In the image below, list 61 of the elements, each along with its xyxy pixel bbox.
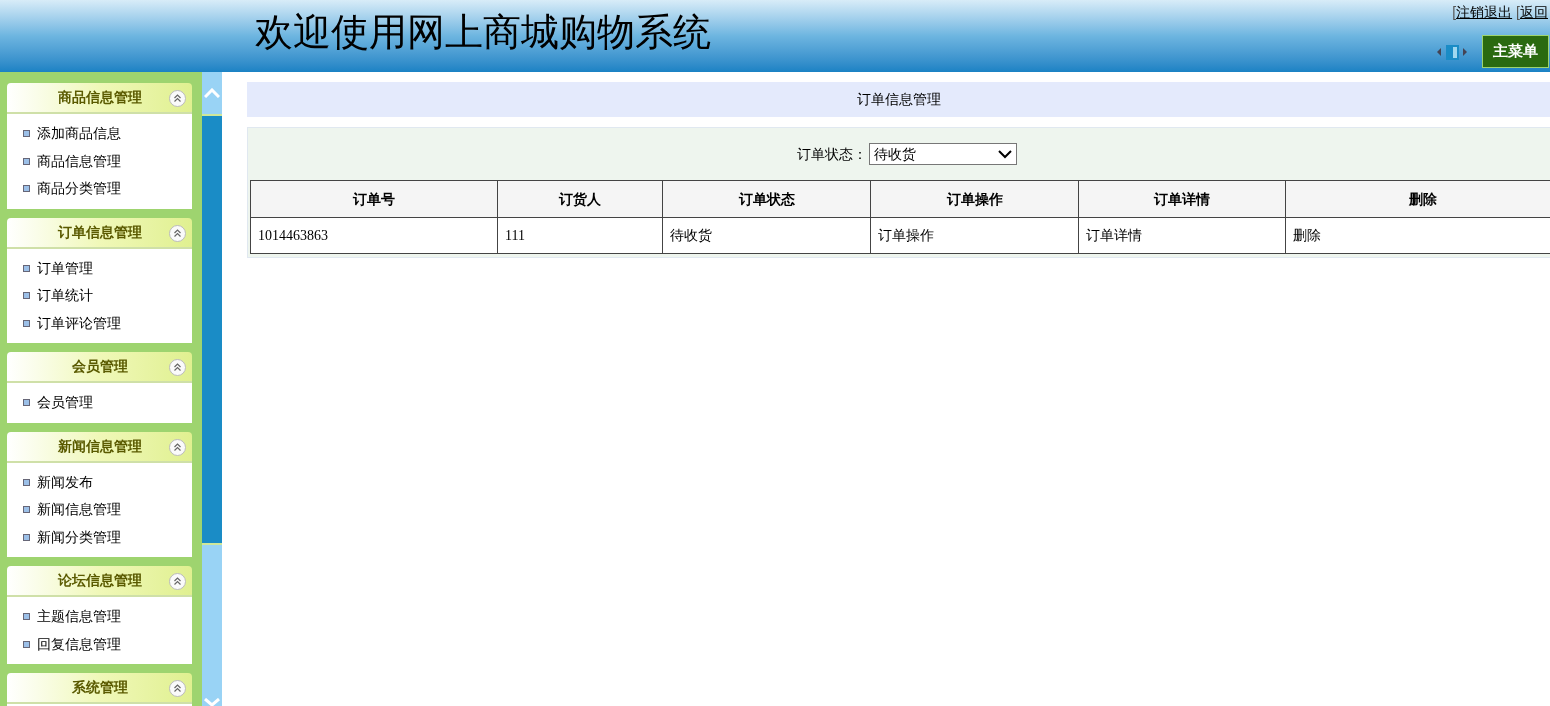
menu-group-header[interactable]: 新闻信息管理 <box>7 431 192 463</box>
bullet-icon <box>23 613 30 621</box>
table-cell: 111 <box>497 217 663 254</box>
site-title: 欢迎使用网上商城购物系统 <box>255 9 711 56</box>
bracket-text: [ <box>1516 3 1520 21</box>
sidebar-link[interactable]: 会员管理 <box>37 392 93 414</box>
column-header: 删除 <box>1285 180 1550 218</box>
action-link[interactable]: 删除 <box>1285 217 1550 254</box>
menu-group-header[interactable]: 会员管理 <box>7 352 192 383</box>
sidebar-link[interactable]: 商品分类管理 <box>37 178 121 200</box>
chevron-icon <box>998 149 1012 159</box>
header-link[interactable]: 返回 <box>1520 3 1548 21</box>
column-header: 订单状态 <box>662 180 871 218</box>
menu-group-header[interactable]: 论坛信息管理 <box>7 566 192 597</box>
table-cell: 待收货 <box>662 217 871 254</box>
header-link[interactable]: 注销退出 <box>1456 3 1513 21</box>
sidebar-link[interactable]: 订单管理 <box>37 257 93 279</box>
collapse-icon[interactable] <box>169 359 186 376</box>
column-header: 订单号 <box>250 180 498 218</box>
pager-arrows-icon[interactable] <box>1436 44 1468 60</box>
sidebar-link[interactable]: 新闻发布 <box>37 471 93 493</box>
bracket-text: [ <box>1452 3 1457 21</box>
sidebar-link[interactable]: 主题信息管理 <box>37 606 121 628</box>
bullet-icon <box>23 130 30 138</box>
menu-group-header[interactable]: 订单信息管理 <box>7 217 192 249</box>
page-title: 订单信息管理 <box>856 90 941 109</box>
column-header: 订单操作 <box>870 180 1079 218</box>
sidebar-link[interactable]: 新闻信息管理 <box>37 499 121 521</box>
bullet-icon <box>23 399 30 407</box>
collapse-icon[interactable] <box>169 90 186 107</box>
sidebar-link[interactable]: 订单评论管理 <box>37 312 121 334</box>
bullet-icon <box>23 292 30 300</box>
bullet-icon <box>23 640 30 648</box>
action-link[interactable]: 订单详情 <box>1078 217 1286 254</box>
column-header: 订单详情 <box>1078 180 1286 218</box>
menu-group-header[interactable]: 商品信息管理 <box>7 83 192 114</box>
scroll-thumb[interactable] <box>202 114 222 545</box>
sidebar-link[interactable]: 回复信息管理 <box>37 633 121 655</box>
collapse-icon[interactable] <box>169 573 186 590</box>
sidebar-scrollbar[interactable] <box>202 72 222 706</box>
column-header: 订货人 <box>497 180 663 218</box>
sidebar-link[interactable]: 添加商品信息 <box>37 123 121 145</box>
collapse-icon[interactable] <box>169 438 186 456</box>
bullet-icon <box>23 533 30 541</box>
sidebar-link[interactable]: 新闻分类管理 <box>37 526 121 548</box>
bullet-icon <box>23 264 30 272</box>
bullet-icon <box>23 506 30 514</box>
table-cell: 1014463863 <box>250 217 498 254</box>
status-dropdown[interactable]: 待收货 <box>869 143 1017 165</box>
sidebar-link[interactable]: 商品信息管理 <box>37 150 121 172</box>
sidebar-link[interactable]: 订单统计 <box>37 285 93 307</box>
bullet-icon <box>23 319 30 327</box>
bullet-icon <box>23 157 30 165</box>
menu-group-header[interactable]: 系统管理 <box>7 673 192 704</box>
collapse-icon[interactable] <box>169 680 186 697</box>
main-menu-button[interactable]: 主菜单 <box>1482 35 1549 68</box>
bullet-icon <box>23 478 30 486</box>
action-link[interactable]: 订单操作 <box>870 217 1079 254</box>
filter-label: 订单状态： <box>797 144 867 164</box>
collapse-icon[interactable] <box>169 224 186 242</box>
bullet-icon <box>23 185 30 193</box>
